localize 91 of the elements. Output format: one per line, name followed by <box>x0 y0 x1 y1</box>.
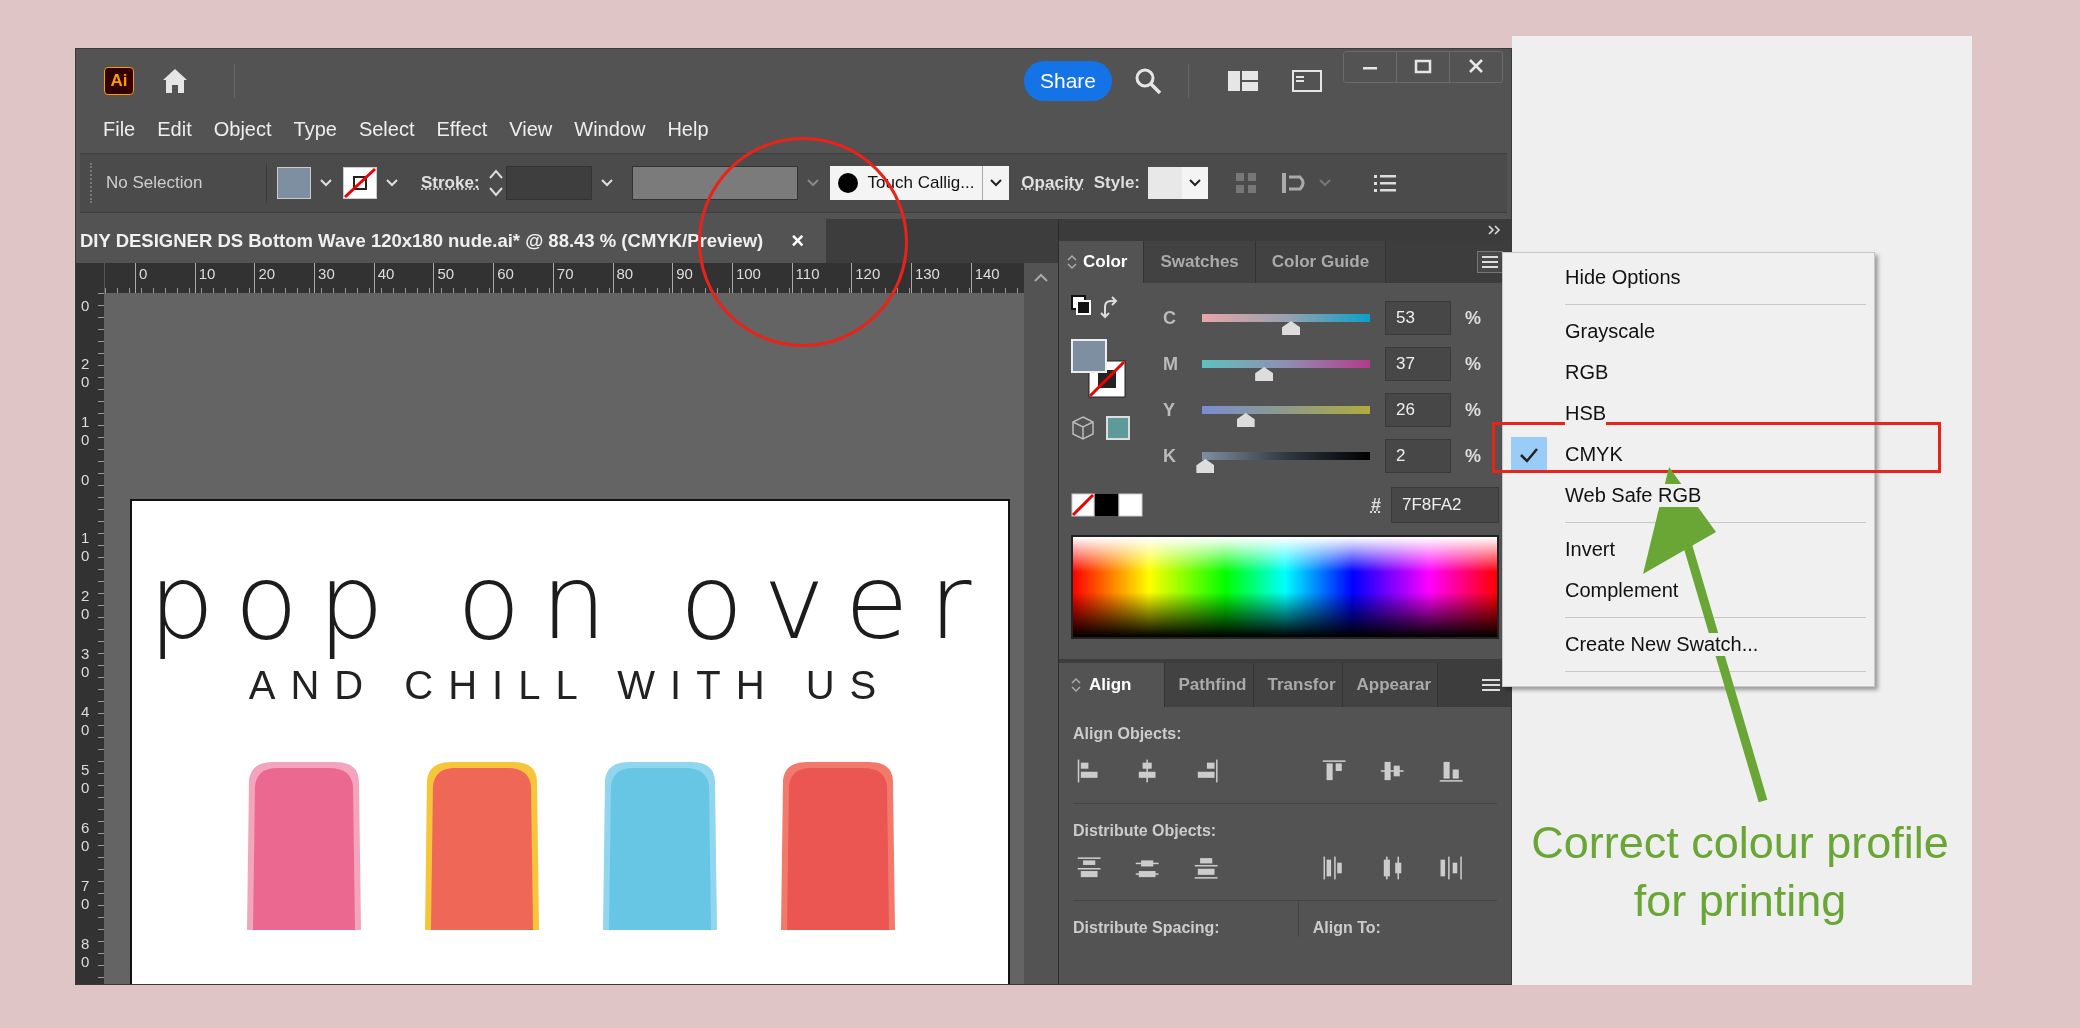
menu-item[interactable]: Edit <box>146 117 203 141</box>
hex-field[interactable]: 7F8FA2 <box>1391 487 1499 523</box>
menu-item[interactable]: HSB <box>1503 393 1874 434</box>
panel-tab[interactable]: Swatches <box>1144 241 1256 283</box>
panel-tab[interactable]: Color Guide <box>1255 241 1387 283</box>
percent-label: % <box>1465 399 1481 421</box>
swatch-shortcuts[interactable] <box>1071 493 1143 517</box>
ruler-label: 10 <box>81 413 90 450</box>
percent-label: % <box>1465 307 1481 329</box>
percent-label: % <box>1465 445 1481 467</box>
style-label: Style: <box>1093 173 1140 193</box>
menu-item[interactable]: Create New Swatch... <box>1503 624 1874 665</box>
menu-item[interactable]: CMYK <box>1503 434 1874 475</box>
search-icon[interactable] <box>1134 67 1162 95</box>
ruler-label: 0 <box>81 471 90 490</box>
ruler-label: 40 <box>81 703 90 740</box>
panel-menu-icon[interactable] <box>1481 677 1501 693</box>
app-logo: Ai <box>104 67 134 95</box>
percent-label: % <box>1465 353 1481 375</box>
stroke-weight-field[interactable] <box>505 166 592 200</box>
ruler-label: 20 <box>81 355 90 392</box>
ruler-label: 0 <box>81 297 90 316</box>
value-field[interactable]: 26 <box>1385 393 1451 427</box>
stroke-label[interactable]: Stroke: <box>421 173 480 193</box>
style-swatch[interactable] <box>1148 167 1182 199</box>
menu-item[interactable]: File <box>92 117 147 141</box>
menu-item[interactable]: Window <box>563 117 657 141</box>
subheadline-text: AND CHILL WITH US <box>248 663 892 709</box>
ruler-label: 60 <box>81 819 90 856</box>
section-label: Align Objects: <box>1072 724 1183 743</box>
list-icon[interactable] <box>1374 174 1396 192</box>
caret-icon[interactable] <box>989 178 1004 188</box>
caption-text: Correct colour profile for printing <box>1530 816 1950 928</box>
section-label: Align To: <box>1297 901 1395 937</box>
menu-item[interactable]: Hide Options <box>1503 257 1874 298</box>
headline-text: pop on over <box>148 545 992 660</box>
section-label: Distribute Spacing: <box>1072 918 1221 937</box>
panel-tab[interactable]: Color <box>1059 241 1145 283</box>
channel-label: C <box>1163 307 1177 329</box>
ruler-label: 70 <box>81 877 90 914</box>
value-field[interactable]: 2 <box>1385 439 1451 473</box>
workspace-icon[interactable] <box>1227 69 1259 93</box>
menu-item[interactable]: Web Safe RGB <box>1503 475 1874 516</box>
slider-thumb[interactable] <box>1196 459 1215 473</box>
menu-item[interactable]: Invert <box>1503 529 1874 570</box>
value-field[interactable]: 53 <box>1385 301 1451 335</box>
menu-item[interactable]: Object <box>202 117 283 141</box>
close-tab-button[interactable]: × <box>791 228 805 254</box>
panel-menu-icon[interactable] <box>1477 251 1503 273</box>
menu-item[interactable]: Help <box>656 117 720 141</box>
panel-tab[interactable]: Appearar <box>1342 663 1439 707</box>
menu-item[interactable]: Type <box>282 117 348 141</box>
menu-item[interactable]: View <box>498 117 564 141</box>
selection-label: No Selection <box>106 173 204 193</box>
channel-label: K <box>1163 445 1177 467</box>
gamut-warning-icon[interactable] <box>1071 413 1131 443</box>
brush-dot-icon <box>837 173 858 193</box>
ruler-label: 10 <box>81 529 90 566</box>
menu-item[interactable]: Effect <box>425 117 499 141</box>
fill-swatch[interactable] <box>277 167 311 199</box>
channel-label: Y <box>1163 399 1176 421</box>
scroll-up-icon[interactable] <box>1033 273 1049 283</box>
slider-thumb[interactable] <box>1236 413 1255 427</box>
hex-label: # <box>1371 494 1381 516</box>
section-label: Distribute Objects: <box>1072 821 1218 840</box>
panel-tab[interactable]: Align <box>1059 663 1165 707</box>
menu-item[interactable]: RGB <box>1503 352 1874 393</box>
color-spectrum[interactable] <box>1071 535 1499 639</box>
ruler-label: 30 <box>81 645 90 682</box>
panel-tab[interactable]: Pathfind <box>1164 663 1254 707</box>
menu-item[interactable]: Grayscale <box>1503 311 1874 352</box>
ruler-label: 80 <box>81 935 90 972</box>
collapse-arrows-icon <box>1071 677 1081 693</box>
menu-item[interactable]: Complement <box>1503 570 1874 611</box>
stroke-none-swatch[interactable] <box>343 167 377 199</box>
slider-thumb[interactable] <box>1255 367 1274 381</box>
share-button[interactable]: Share <box>1023 61 1112 101</box>
slider-thumb[interactable] <box>1282 321 1301 335</box>
collapse-arrows-icon <box>1067 254 1077 270</box>
variable-width-field[interactable] <box>631 166 798 200</box>
ruler-label: 50 <box>81 761 90 798</box>
caret-icon[interactable] <box>1188 178 1202 188</box>
fill-stroke-swatch[interactable] <box>1071 339 1127 399</box>
value-field[interactable]: 37 <box>1385 347 1451 381</box>
panel-icon[interactable] <box>1291 69 1323 93</box>
channel-label: M <box>1163 353 1179 375</box>
panel-tab[interactable]: Transfor <box>1253 663 1343 707</box>
menu-item[interactable]: Select <box>347 117 426 141</box>
ruler-label: 20 <box>81 587 90 624</box>
opacity-label[interactable]: Opacity <box>1021 173 1084 193</box>
collapse-icon[interactable] <box>1487 225 1501 235</box>
